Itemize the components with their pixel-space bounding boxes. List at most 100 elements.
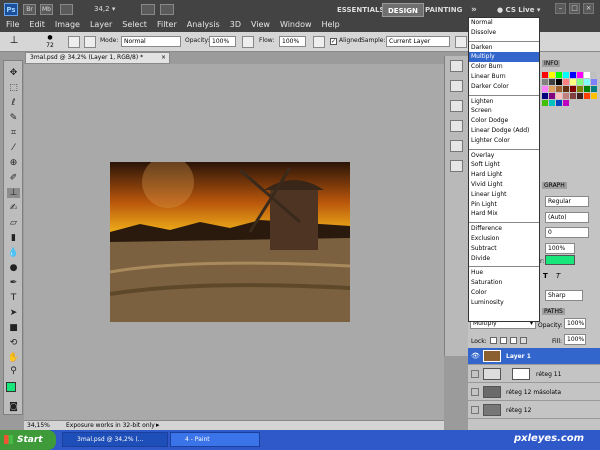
menu-filter[interactable]: Filter (157, 20, 177, 32)
visibility-box[interactable] (471, 406, 479, 414)
blend-mode-option[interactable]: Normal (469, 18, 539, 28)
workspace-painting[interactable]: PAINTING (420, 3, 467, 17)
view-extras-icon[interactable] (60, 4, 73, 15)
brush-presets-icon[interactable] (450, 140, 463, 152)
color-swatch[interactable] (570, 93, 576, 99)
blend-mode-option[interactable]: Hue (469, 268, 539, 278)
document-image[interactable] (110, 162, 350, 322)
taskbar-paint[interactable]: 4 - Paint (170, 432, 260, 447)
history-panel-icon[interactable] (450, 80, 463, 92)
healing-brush-tool-icon[interactable]: ⊕ (7, 158, 20, 168)
status-menu-arrow-icon[interactable]: ▸ (156, 421, 160, 429)
path-select-tool-icon[interactable]: ➤ (7, 308, 20, 318)
color-swatch[interactable] (556, 93, 562, 99)
visibility-eye-icon[interactable]: 👁 (471, 352, 480, 360)
lasso-tool-icon[interactable]: ℓ (7, 98, 20, 108)
marquee-tool-icon[interactable]: ⬚ (7, 83, 20, 93)
aligned-checkbox[interactable]: ✓ (330, 38, 337, 45)
color-swatch[interactable] (577, 93, 583, 99)
dodge-tool-icon[interactable]: ● (7, 263, 20, 273)
zoom-tool-icon[interactable]: ⚲ (7, 366, 20, 376)
visibility-box[interactable] (471, 370, 479, 378)
blend-mode-option[interactable]: Overlay (469, 151, 539, 161)
color-swatch[interactable] (591, 93, 597, 99)
brush-preset-picker[interactable]: ● 72 (40, 34, 60, 50)
menu-edit[interactable]: Edit (29, 20, 45, 32)
close-button[interactable]: × (583, 3, 594, 14)
scale-input[interactable]: 100% (545, 243, 575, 254)
hand-tool-icon[interactable]: ✋ (7, 353, 20, 363)
bold-icon[interactable]: T (543, 272, 553, 282)
color-swatch[interactable] (570, 72, 576, 78)
blend-mode-option[interactable]: Hard Light (469, 170, 539, 180)
blend-mode-option[interactable]: Darker Color (469, 82, 539, 92)
color-swatch[interactable] (584, 93, 590, 99)
close-tab-icon[interactable]: × (161, 53, 166, 63)
bridge-icon[interactable]: Br (23, 4, 36, 15)
adjustments-panel-icon[interactable] (450, 120, 463, 132)
blend-mode-option[interactable]: Lighter Color (469, 136, 539, 146)
blend-mode-dropdown[interactable]: Normal Dissolve Darken Multiply Color Burn Li… (468, 17, 540, 322)
blend-mode-option[interactable]: Multiply (469, 52, 539, 63)
character-panel-tab[interactable]: GRAPH (542, 182, 567, 189)
menu-image[interactable]: Image (55, 20, 80, 32)
blend-mode-option[interactable]: Luminosity (469, 298, 539, 308)
shape-tool-icon[interactable]: ■ (7, 323, 20, 333)
3d-rotate-tool-icon[interactable]: ⟲ (7, 338, 20, 348)
lock-all-icon[interactable] (520, 337, 527, 344)
color-swatch[interactable] (549, 86, 555, 92)
lock-image-icon[interactable] (500, 337, 507, 344)
text-color-swatch[interactable] (545, 255, 575, 265)
menu-help[interactable]: Help (322, 20, 340, 32)
clone-stamp-tool-button[interactable]: ⊥ (7, 188, 20, 198)
fill-input[interactable]: 100% (564, 334, 586, 345)
color-swatch[interactable] (556, 72, 562, 78)
swatches-grid[interactable] (542, 72, 598, 117)
workspace-design[interactable]: DESIGN (382, 3, 424, 17)
history-brush-tool-icon[interactable]: ✍ (7, 203, 20, 213)
color-swatch[interactable] (542, 100, 548, 106)
blend-mode-option[interactable]: Exclusion (469, 234, 539, 244)
color-swatch[interactable] (549, 100, 555, 106)
airbrush-icon[interactable] (313, 36, 325, 48)
color-swatch[interactable] (584, 72, 590, 78)
tracking-select[interactable]: 0 (545, 227, 589, 238)
minimize-button[interactable]: – (555, 3, 566, 14)
menu-layer[interactable]: Layer (90, 20, 112, 32)
color-swatch[interactable] (549, 93, 555, 99)
color-swatch[interactable] (563, 79, 569, 85)
zoom-level-field[interactable]: 34,2 ▾ (94, 4, 130, 15)
actions-panel-icon[interactable] (450, 100, 463, 112)
color-swatch[interactable] (542, 72, 548, 78)
color-swatch[interactable] (549, 79, 555, 85)
layer-row-reteg-11[interactable]: réteg 11 (468, 366, 600, 383)
color-swatch[interactable] (563, 72, 569, 78)
minibridge-icon[interactable]: Mb (40, 4, 53, 15)
color-swatch[interactable] (556, 86, 562, 92)
swatches-tab[interactable]: INFO (542, 60, 561, 67)
menu-3d[interactable]: 3D (230, 20, 241, 32)
taskbar-photoshop[interactable]: 3mal.psd @ 34,2% (... (62, 432, 168, 447)
foreground-color-swatch[interactable] (6, 382, 16, 392)
blend-mode-option[interactable]: Saturation (469, 278, 539, 288)
menu-view[interactable]: View (251, 20, 270, 32)
blend-mode-option[interactable]: Color Burn (469, 62, 539, 72)
layer-row-layer-1[interactable]: 👁 Layer 1 (468, 348, 600, 365)
color-swatch[interactable] (570, 79, 576, 85)
histogram-panel-icon[interactable] (450, 60, 463, 72)
opacity-input[interactable]: 100% (209, 36, 236, 47)
lock-transparent-icon[interactable] (490, 337, 497, 344)
sample-select[interactable]: Current Layer (386, 36, 450, 47)
blend-mode-option[interactable]: Linear Light (469, 190, 539, 200)
quick-select-tool-icon[interactable]: ✎ (7, 113, 20, 123)
blend-mode-option[interactable]: Lighten (469, 97, 539, 107)
layer-row-reteg-12[interactable]: réteg 12 (468, 402, 600, 419)
cs-live-button[interactable]: ● CS Live ▾ (492, 3, 545, 17)
clone-source-icon[interactable] (84, 36, 96, 48)
workspace-essentials[interactable]: ESSENTIALS (332, 3, 390, 17)
color-swatch[interactable] (563, 93, 569, 99)
antialias-select[interactable]: Sharp (545, 290, 583, 301)
paths-tab[interactable]: PATHS (542, 308, 565, 315)
blend-mode-option[interactable]: Color Dodge (469, 116, 539, 126)
color-swatch[interactable] (591, 79, 597, 85)
